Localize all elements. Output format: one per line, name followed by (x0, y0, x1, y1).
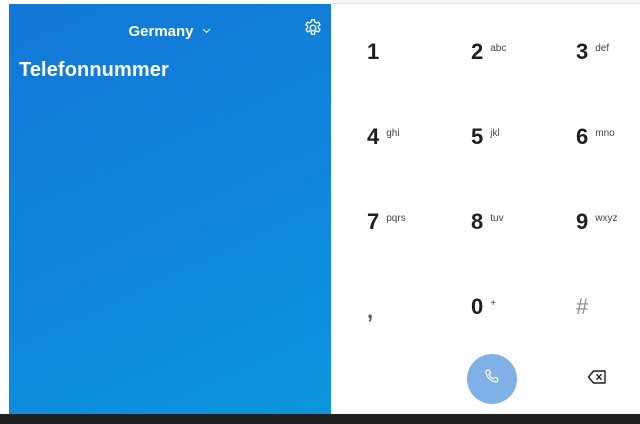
country-label: Germany (128, 22, 194, 40)
dial-key-7[interactable]: 7 pqrs (367, 197, 447, 247)
call-button[interactable] (467, 354, 517, 404)
key-digit: 1 (367, 39, 380, 64)
key-letters: tuv (490, 212, 504, 224)
dial-key-comma[interactable]: , (367, 282, 447, 332)
key-digit: 8 (471, 209, 484, 234)
taskbar-edge (0, 414, 640, 424)
dial-key-1[interactable]: 1 (367, 27, 447, 77)
dial-key-9[interactable]: 9 wxyz (576, 197, 640, 247)
key-digit: , (367, 298, 374, 323)
dial-key-3[interactable]: 3 def (576, 27, 640, 77)
key-letters: wxyz (595, 212, 618, 224)
dial-key-8[interactable]: 8 tuv (471, 197, 551, 247)
country-selector[interactable]: Germany (9, 20, 331, 42)
key-letters: abc (490, 42, 507, 54)
key-digit: 5 (471, 124, 484, 149)
key-digit: 7 (367, 209, 380, 234)
dial-key-hash[interactable]: # (576, 282, 640, 332)
key-letters: pqrs (386, 212, 406, 224)
top-border (331, 0, 640, 4)
key-digit: 9 (576, 209, 589, 234)
dial-key-6[interactable]: 6 mno (576, 112, 640, 162)
gear-icon[interactable] (303, 18, 323, 38)
key-digit: 0 (471, 294, 484, 319)
key-letters: + (490, 297, 497, 309)
window-edge (0, 0, 9, 424)
key-letters: jkl (490, 127, 500, 139)
chevron-down-icon (202, 26, 212, 36)
key-letters: def (595, 42, 610, 54)
dial-key-5[interactable]: 5 jkl (471, 112, 551, 162)
key-letters: ghi (386, 127, 400, 139)
number-panel: Germany Telefonnummer (9, 4, 331, 414)
dialpad: 1 2 abc 3 def 4 ghi 5 jkl 6 mno 7 pqrs 8… (331, 5, 640, 414)
dial-key-0[interactable]: 0 + (471, 282, 551, 332)
phone-number-placeholder[interactable]: Telefonnummer (19, 59, 169, 82)
dial-key-2[interactable]: 2 abc (471, 27, 551, 77)
backspace-icon[interactable] (587, 369, 607, 387)
key-digit: # (576, 294, 589, 319)
key-digit: 3 (576, 39, 589, 64)
phone-icon (483, 368, 501, 391)
key-digit: 2 (471, 39, 484, 64)
dial-key-4[interactable]: 4 ghi (367, 112, 447, 162)
key-digit: 6 (576, 124, 589, 149)
key-digit: 4 (367, 124, 380, 149)
key-letters: mno (595, 127, 615, 139)
